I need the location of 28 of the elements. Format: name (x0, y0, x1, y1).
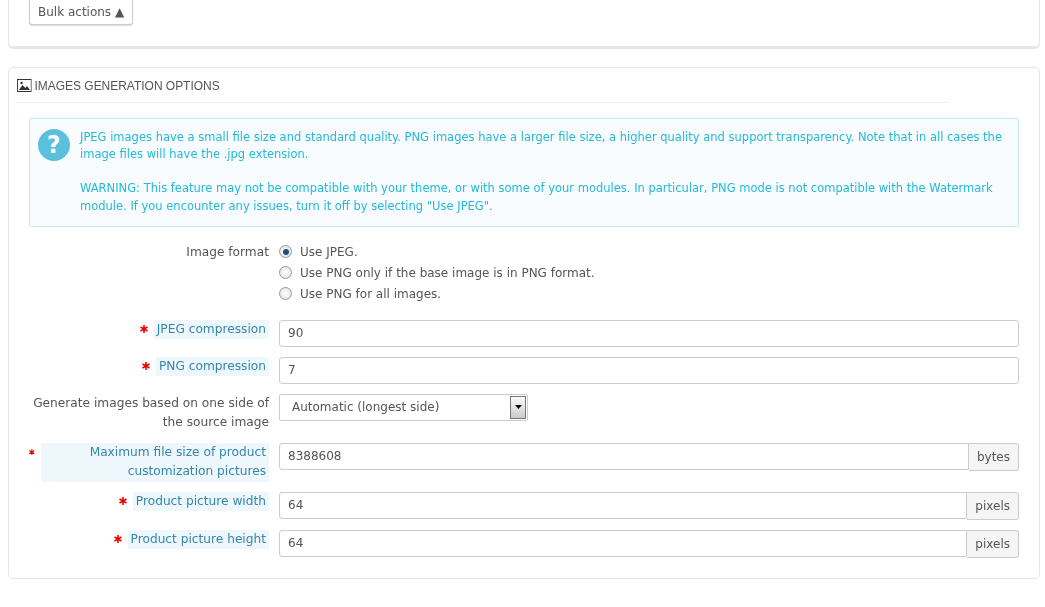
input-field[interactable]: 90 (279, 319, 1019, 347)
input-field[interactable]: 8388608 (279, 442, 969, 470)
field-label: Product picture height (127, 529, 269, 550)
unit-addon: pixels (967, 529, 1019, 558)
input-field[interactable]: 64 (279, 529, 968, 557)
select-dropdown[interactable]: Automatic (longest side) (279, 393, 528, 421)
unit-addon: bytes (968, 442, 1019, 471)
field-label: JPEG compression (153, 319, 269, 340)
radio-button[interactable] (279, 266, 292, 280)
caret-icon (514, 405, 522, 410)
field-label: Image format (186, 243, 269, 261)
radio-button[interactable] (279, 245, 292, 259)
info-alert: ? JPEG images have a small file size and standard quality. PNG images have a larger file size, a higher quality and support transparency. Note that in all cases the image files will have the .jpg extension. WARNING: This feature may not be compatible with your theme, or with some of your modules. In particular, PNG mode is not compatible with the Watermark module. If you encounter any issues, turn it off by selecting "Use JPEG". (29, 117, 1019, 227)
field-label: PNG compression (155, 356, 269, 377)
question-icon: ? (38, 128, 70, 161)
field-label: Product picture width (132, 491, 269, 512)
field-label: Generate images based on one side of the source image (32, 394, 269, 432)
image-icon (17, 79, 32, 93)
field-label: Maximum file size of product customization pictures (40, 442, 269, 482)
radio-label: Use JPEG. (300, 243, 358, 261)
panel-title: IMAGES GENERATION OPTIONS (34, 77, 220, 95)
bulk-actions-button[interactable]: Bulk actions ▲ (29, 0, 134, 25)
input-field[interactable]: 7 (279, 356, 1019, 384)
radio-label: Use PNG for all images. (300, 285, 442, 303)
unit-addon: pixels (967, 491, 1019, 520)
input-field[interactable]: 64 (279, 491, 968, 519)
radio-button[interactable] (279, 287, 292, 301)
radio-label: Use PNG only if the base image is in PNG format. (300, 264, 595, 282)
